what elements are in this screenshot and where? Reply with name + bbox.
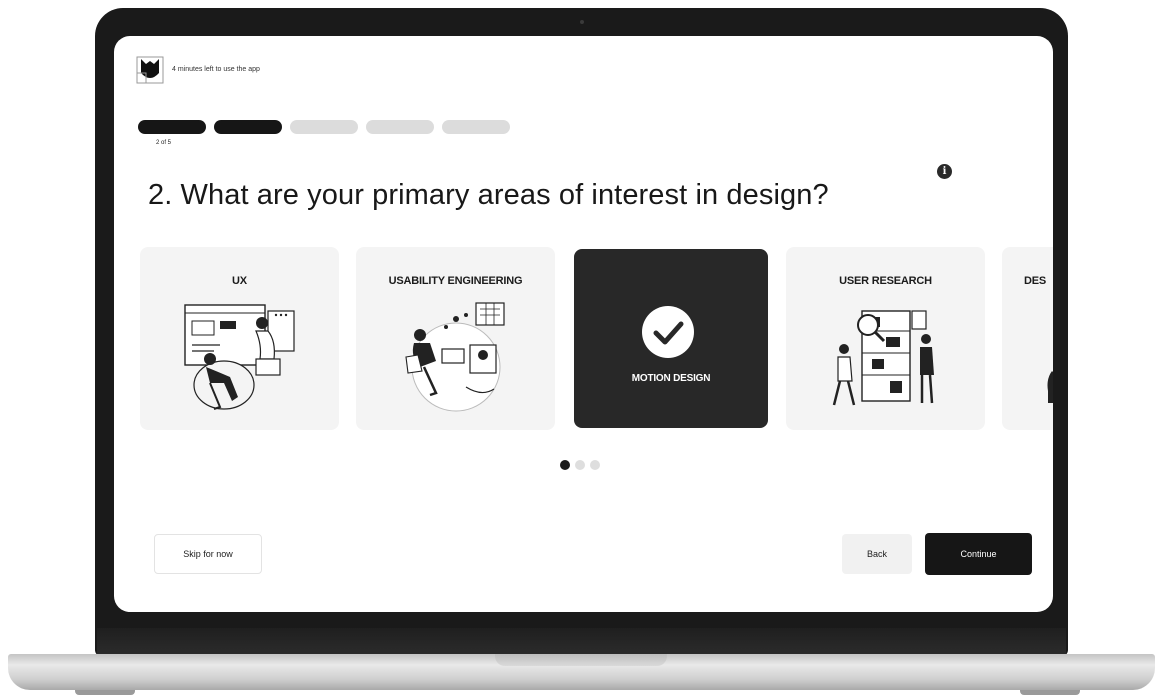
continue-button[interactable]: Continue xyxy=(925,533,1032,575)
design-illustration-icon xyxy=(1047,371,1053,403)
question-title: 2. What are your primary areas of intere… xyxy=(148,179,829,211)
progress-segment-4 xyxy=(366,120,434,134)
option-label: UX xyxy=(232,275,247,287)
option-card-user-research[interactable]: USER RESEARCH xyxy=(786,247,985,430)
user-research-illustration-icon xyxy=(832,310,934,406)
ux-illustration-icon xyxy=(184,304,295,410)
info-icon[interactable]: i xyxy=(937,164,952,179)
pagination-dot[interactable] xyxy=(575,460,585,470)
progress-bar xyxy=(138,120,510,134)
option-card-ux[interactable]: UX xyxy=(140,247,339,430)
option-label: USABILITY ENGINEERING xyxy=(388,275,523,287)
option-label: MOTION DESIGN xyxy=(631,373,711,384)
time-remaining-text: 4 minutes left to use the app xyxy=(172,66,260,73)
back-button[interactable]: Back xyxy=(842,534,912,574)
skip-button[interactable]: Skip for now xyxy=(154,534,262,574)
option-label: DES xyxy=(1024,275,1047,287)
app-screen: 4 minutes left to use the app 2 of 5 2. … xyxy=(114,36,1053,612)
laptop-hinge xyxy=(97,628,1066,654)
option-card-usability-engineering[interactable]: USABILITY ENGINEERING xyxy=(356,247,555,430)
option-card-motion-design[interactable]: MOTION DESIGN xyxy=(574,249,768,428)
option-label: USER RESEARCH xyxy=(839,275,932,287)
carousel-pagination xyxy=(560,460,600,470)
pagination-dot[interactable] xyxy=(560,460,570,470)
app-logo-icon xyxy=(136,56,164,84)
progress-segment-3 xyxy=(290,120,358,134)
camera-icon xyxy=(580,20,584,24)
laptop-foot xyxy=(75,690,135,695)
laptop-notch xyxy=(495,654,667,666)
step-counter: 2 of 5 xyxy=(156,140,172,146)
usability-illustration-icon xyxy=(405,302,505,412)
progress-segment-1 xyxy=(138,120,206,134)
check-icon xyxy=(642,306,694,358)
progress-segment-2 xyxy=(214,120,282,134)
option-card-design[interactable]: DES xyxy=(1002,247,1053,430)
progress-segment-5 xyxy=(442,120,510,134)
pagination-dot[interactable] xyxy=(590,460,600,470)
laptop-foot xyxy=(1020,690,1080,695)
